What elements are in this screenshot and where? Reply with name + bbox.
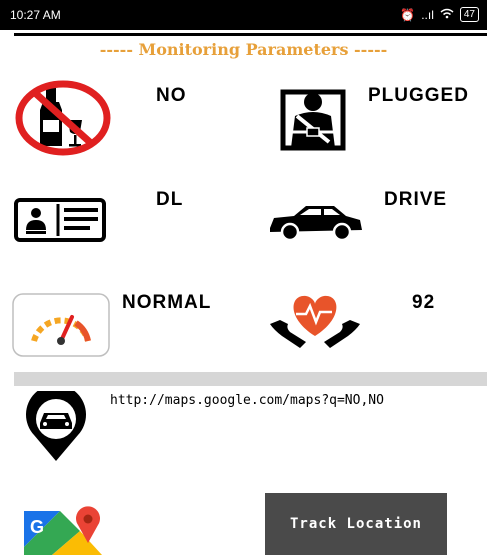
- alarm-icon: ⏰: [400, 7, 416, 22]
- page-title: ----- Monitoring Parameters -----: [99, 40, 388, 59]
- location-link[interactable]: http://maps.google.com/maps?q=NO,NO: [110, 394, 470, 408]
- status-time: 10:27 AM: [10, 8, 61, 22]
- no-alcohol-icon: [14, 80, 112, 161]
- status-icons: ⏰ ..ıl 47: [400, 7, 479, 22]
- divider: [14, 33, 487, 36]
- seatbelt-status-value: PLUGGED: [368, 85, 469, 106]
- seatbelt-icon: [277, 82, 349, 157]
- battery-icon: 47: [459, 7, 479, 22]
- track-location-button[interactable]: Track Location: [265, 493, 447, 555]
- google-maps-icon[interactable]: G: [24, 503, 104, 560]
- car-icon: [266, 200, 364, 249]
- driver-license-icon: [14, 198, 106, 247]
- heart-pulse-icon: [266, 290, 364, 361]
- svg-text:G: G: [30, 517, 44, 537]
- heart-rate-value: 92: [412, 292, 436, 313]
- vehicle-mode-value: DRIVE: [384, 189, 448, 210]
- car-location-pin-icon: [24, 384, 88, 468]
- speed-status-value: NORMAL: [122, 292, 212, 313]
- wifi-icon: [440, 8, 454, 22]
- signal-icon: ..ıl: [421, 7, 434, 22]
- section-divider: [14, 372, 487, 386]
- status-bar: 10:27 AM ⏰ ..ıl 47: [0, 0, 487, 30]
- license-status-value: DL: [156, 189, 184, 210]
- speedometer-icon: [12, 293, 110, 362]
- alcohol-status-value: NO: [156, 85, 187, 106]
